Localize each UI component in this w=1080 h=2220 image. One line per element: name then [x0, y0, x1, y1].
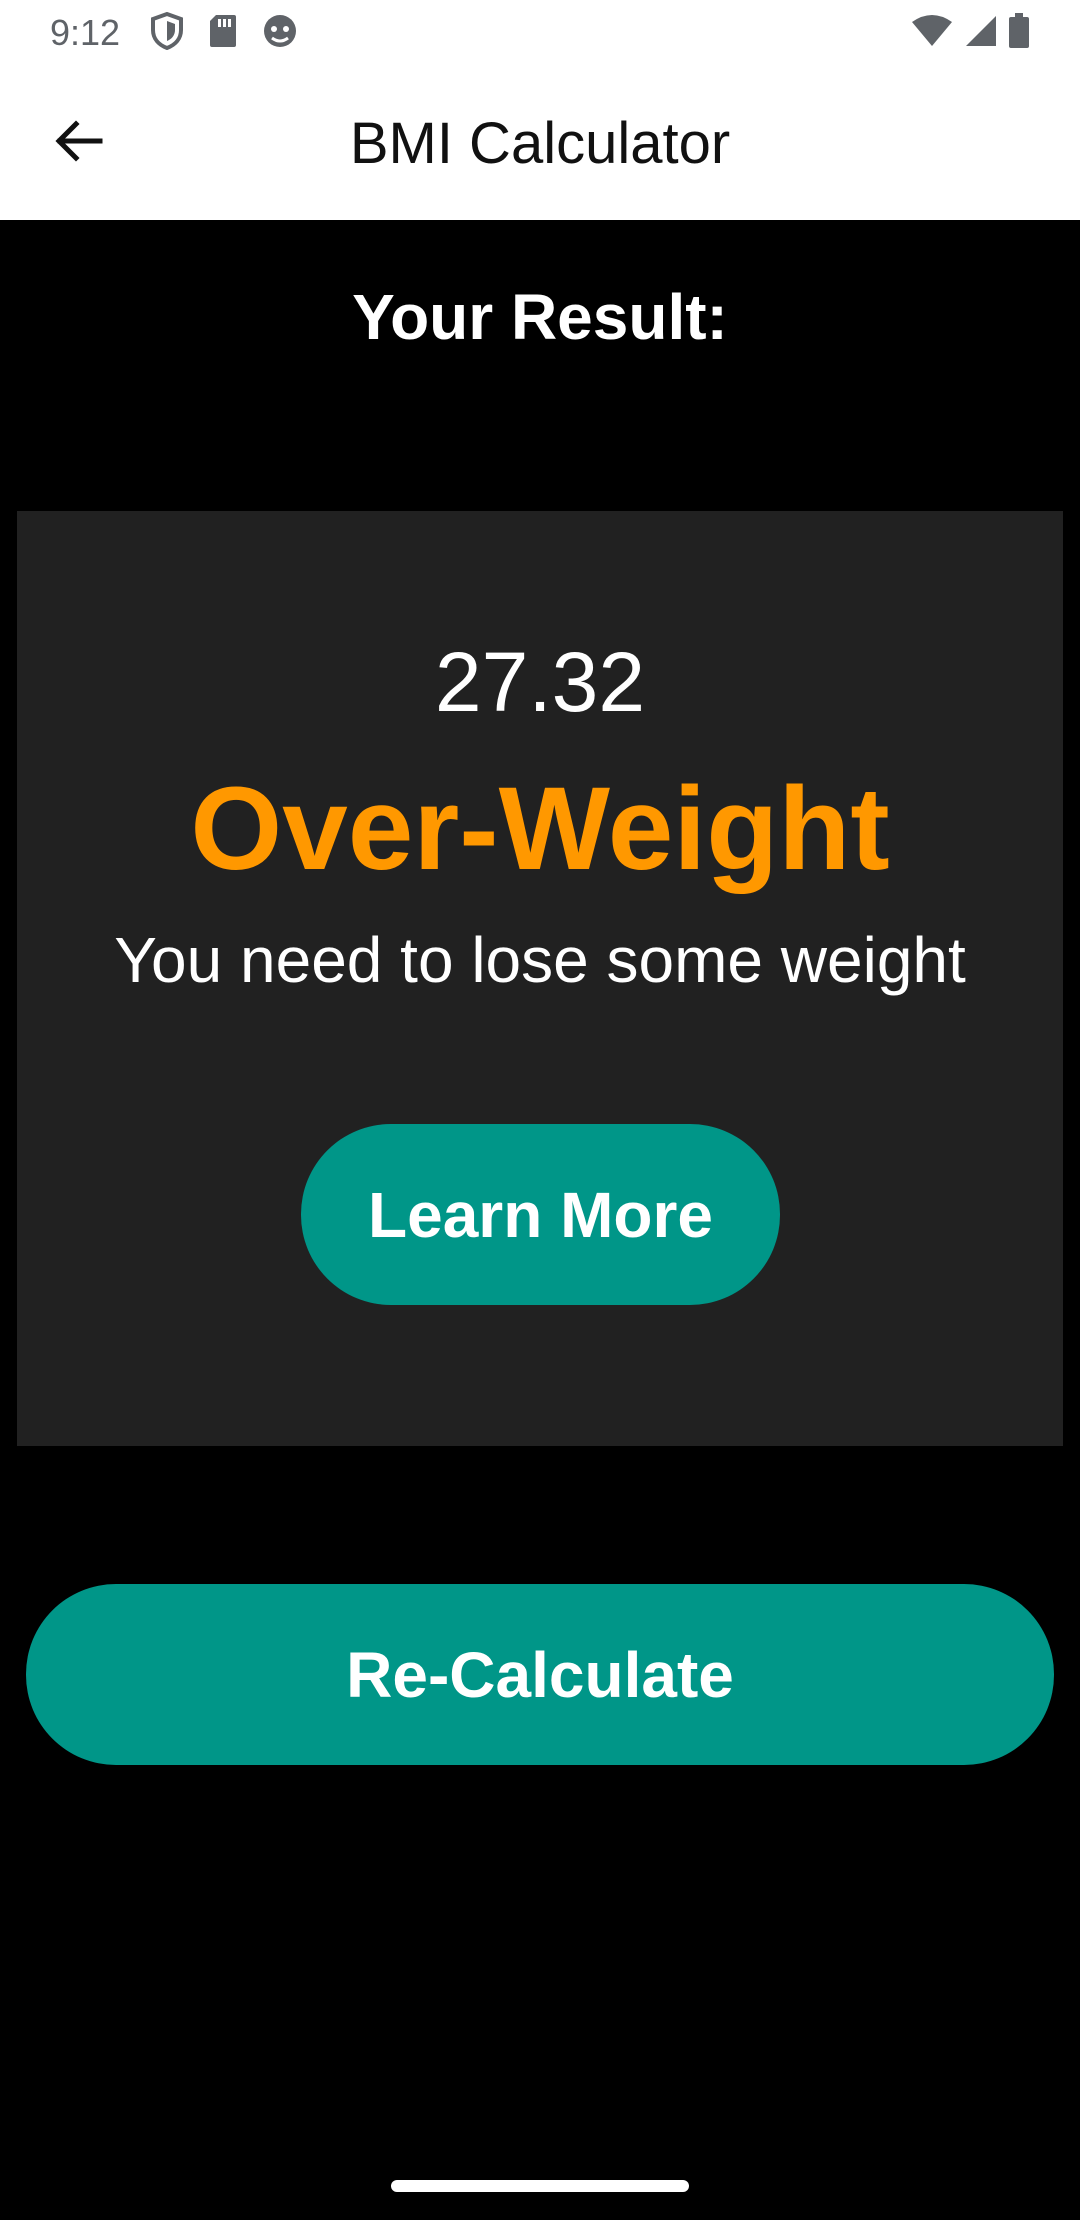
bmi-category: Over-Weight [190, 763, 890, 895]
status-time: 9:12 [50, 12, 121, 53]
sd-card-icon [208, 13, 238, 54]
shield-icon [150, 11, 184, 55]
gesture-nav-handle[interactable] [391, 2180, 689, 2192]
status-bar: 9:12 [0, 0, 1080, 66]
bmi-value: 27.32 [434, 635, 646, 729]
wifi-icon [910, 14, 954, 53]
page-title: BMI Calculator [349, 110, 731, 176]
bmi-advice: You need to lose some weight [114, 924, 966, 996]
result-card: 27.32 Over-Weight You need to lose some … [17, 511, 1063, 1446]
recalculate-button[interactable]: Re-Calculate [26, 1584, 1054, 1765]
status-left-icons [150, 11, 298, 55]
cellular-signal-icon [964, 14, 998, 53]
bmi-result-screen: 9:12 BMI Calculator Your Result: 27.32 O… [0, 0, 1080, 2220]
result-heading: Your Result: [352, 281, 728, 353]
android-debug-icon [262, 13, 298, 54]
status-right-icons [910, 12, 1030, 54]
learn-more-button[interactable]: Learn More [301, 1124, 780, 1305]
app-bar: BMI Calculator [0, 66, 1080, 220]
battery-icon [1008, 12, 1030, 54]
